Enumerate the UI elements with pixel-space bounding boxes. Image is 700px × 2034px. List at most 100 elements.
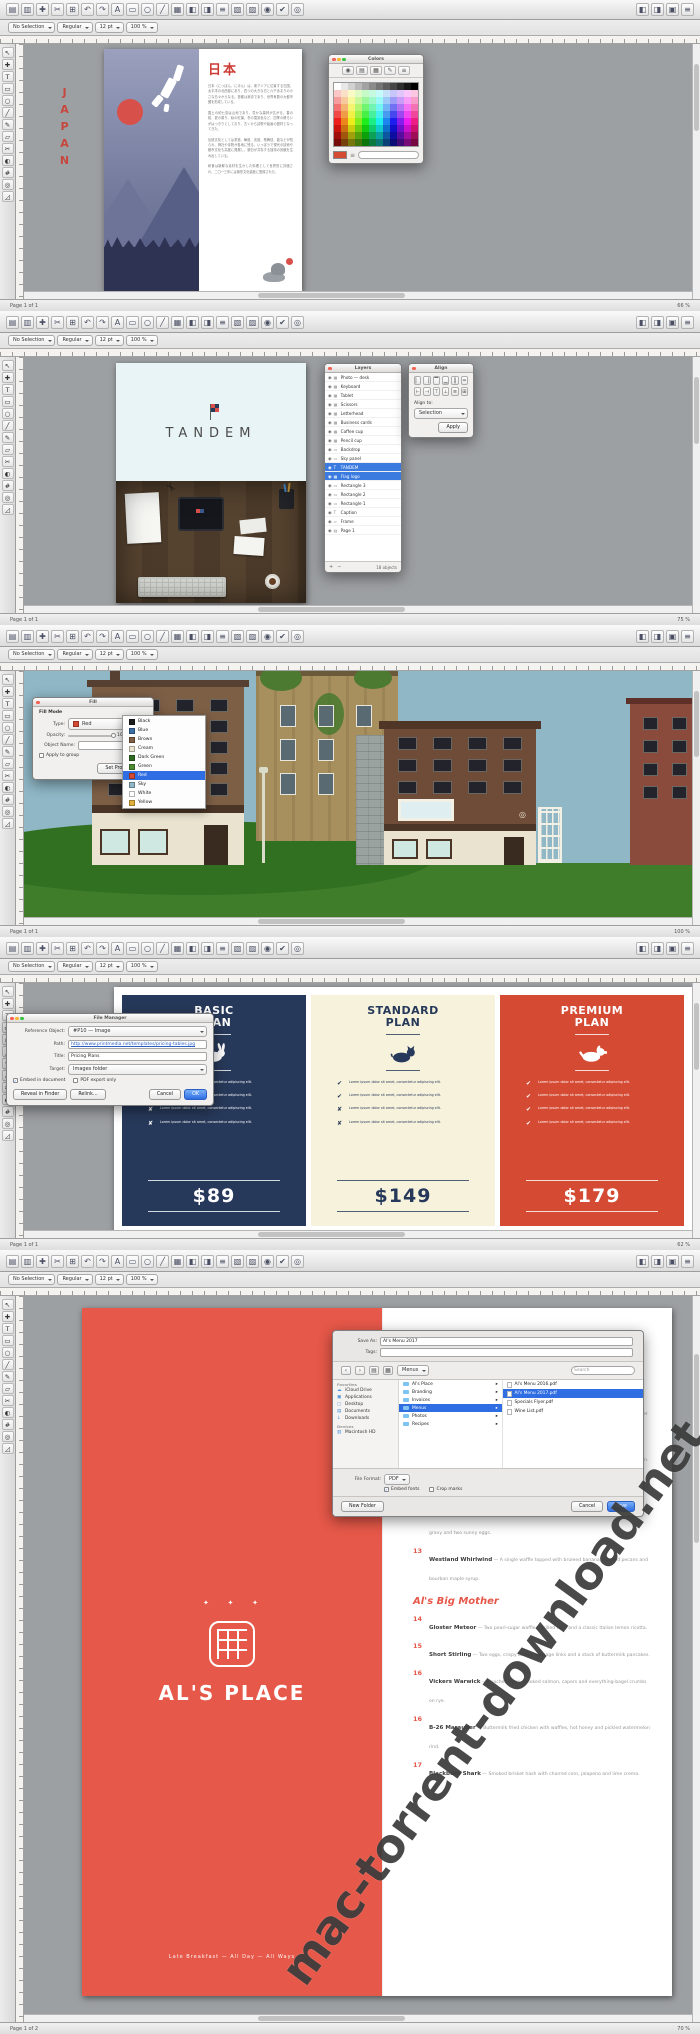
options-dropdown[interactable]: 100 % (126, 1274, 158, 1285)
toolbar-icon[interactable]: ◨ (651, 630, 664, 643)
color-cell[interactable] (411, 83, 418, 90)
toolbar-icon[interactable]: ▣ (666, 630, 679, 643)
save-as-field[interactable]: Al's Menu 2017 (380, 1337, 633, 1346)
tool-button[interactable]: ✚ (2, 1311, 14, 1322)
toolbar-icon[interactable]: ▥ (21, 3, 34, 16)
color-cell[interactable] (362, 90, 369, 97)
options-dropdown[interactable]: 12 pt (95, 961, 124, 972)
tool-button[interactable]: ✎ (2, 119, 14, 130)
layer-row[interactable]: ◉▭Rectangle 1 (325, 499, 401, 508)
toolbar-icon[interactable]: ▨ (246, 1255, 259, 1268)
toolbar-icon[interactable]: ✚ (36, 942, 49, 955)
options-dropdown[interactable]: 100 % (126, 22, 158, 33)
align-button[interactable]: ═ (461, 376, 468, 385)
toolbar-icon[interactable]: ↶ (81, 1255, 94, 1268)
toolbar-icon[interactable]: ↷ (96, 316, 109, 329)
toolbar-icon[interactable]: ◉ (261, 942, 274, 955)
color-cell[interactable] (390, 97, 397, 104)
options-dropdown[interactable]: No Selection (8, 1274, 55, 1285)
sidebar-item[interactable]: ▥Macintosh HD (333, 1429, 398, 1436)
tool-button[interactable]: ◎ (2, 492, 14, 503)
format-dropdown[interactable]: PDF (384, 1474, 410, 1485)
color-menu-item[interactable]: Sky (123, 780, 205, 789)
current-color-well[interactable] (333, 151, 347, 159)
align-apply-button[interactable]: Apply (438, 422, 468, 433)
sidebar-item[interactable]: ☁iCloud Drive (333, 1387, 398, 1394)
color-cell[interactable] (369, 83, 376, 90)
tags-field[interactable] (380, 1348, 633, 1357)
tool-button[interactable]: ✚ (2, 59, 14, 70)
pdf-only-checkbox[interactable]: PDF export only (73, 1078, 116, 1083)
toolbar-icon[interactable]: ▨ (246, 3, 259, 16)
tool-button[interactable]: ◐ (2, 1407, 14, 1418)
toolbar-icon[interactable]: ◧ (186, 316, 199, 329)
tool-button[interactable]: ✚ (2, 998, 14, 1009)
tool-button[interactable]: ○ (2, 1347, 14, 1358)
layer-row[interactable]: ◉▦Scissors (325, 400, 401, 409)
options-dropdown[interactable]: 12 pt (95, 1274, 124, 1285)
folder-row[interactable]: Branding▸ (399, 1388, 502, 1396)
tool-button[interactable]: ○ (2, 722, 14, 733)
toolbar-icon[interactable]: ◧ (636, 316, 649, 329)
color-cell[interactable] (334, 125, 341, 132)
tool-button[interactable]: ✂ (2, 1395, 14, 1406)
toolbar-icon[interactable]: ▤ (6, 316, 19, 329)
color-cell[interactable] (397, 104, 404, 111)
file-row[interactable]: Al's Menu 2016.pdf (503, 1380, 643, 1389)
options-dropdown[interactable]: 12 pt (95, 22, 124, 33)
toolbar-icon[interactable]: ✔ (276, 316, 289, 329)
options-dropdown[interactable]: No Selection (8, 649, 55, 660)
search-field[interactable]: Search (571, 1366, 635, 1375)
toolbar-icon[interactable]: ≡ (681, 942, 694, 955)
color-cell[interactable] (411, 125, 418, 132)
tool-button[interactable]: # (2, 1419, 14, 1430)
toolbar-icon[interactable]: ▦ (370, 66, 382, 75)
toolbar-icon[interactable]: ▤ (6, 630, 19, 643)
tool-button[interactable]: T (2, 698, 14, 709)
color-cell[interactable] (355, 97, 362, 104)
color-cell[interactable] (355, 90, 362, 97)
tool-button[interactable]: ◿ (2, 818, 14, 829)
color-cell[interactable] (334, 111, 341, 118)
opacity-slider[interactable] (68, 735, 114, 737)
toolbar-icon[interactable]: ▤ (6, 1255, 19, 1268)
location-dropdown[interactable]: Menus (397, 1365, 429, 1376)
toolbar-icon[interactable]: ⊞ (66, 316, 79, 329)
layer-row[interactable]: ◉▦Keyboard (325, 382, 401, 391)
cancel-button[interactable]: Cancel (571, 1501, 603, 1512)
color-cell[interactable] (355, 125, 362, 132)
toolbar-icon[interactable]: ◨ (201, 3, 214, 16)
toolbar-icon[interactable]: ▨ (246, 942, 259, 955)
color-menu-item[interactable]: Dark Green (123, 753, 205, 762)
horizontal-scrollbar[interactable] (24, 917, 692, 925)
color-cell[interactable] (369, 118, 376, 125)
toolbar-icon[interactable]: ✎ (384, 66, 396, 75)
color-search-field[interactable] (358, 151, 419, 159)
toolbar-icon[interactable]: ≡ (681, 630, 694, 643)
color-cell[interactable] (397, 83, 404, 90)
folder-row[interactable]: Invoices▸ (399, 1396, 502, 1404)
color-cell[interactable] (341, 125, 348, 132)
toolbar-icon[interactable]: ↶ (81, 316, 94, 329)
forward-button[interactable]: › (355, 1366, 365, 1375)
toolbar-icon[interactable]: ◧ (636, 3, 649, 16)
color-menu-item[interactable]: Green (123, 762, 205, 771)
toolbar-icon[interactable]: ▧ (231, 1255, 244, 1268)
ok-button[interactable]: OK (184, 1089, 207, 1100)
target-dropdown[interactable]: Images folder (68, 1064, 207, 1075)
save-button[interactable]: Save (607, 1501, 635, 1512)
toolbar-icon[interactable]: ≡ (681, 316, 694, 329)
tool-button[interactable]: T (2, 71, 14, 82)
toolbar-icon[interactable]: ▭ (126, 3, 139, 16)
toolbar-icon[interactable]: ◧ (636, 942, 649, 955)
tool-button[interactable]: ✂ (2, 456, 14, 467)
color-cell[interactable] (404, 125, 411, 132)
toolbar-icon[interactable]: ✂ (51, 316, 64, 329)
embed-checkbox[interactable]: ✓Embed in document (13, 1078, 65, 1083)
toolbar-icon[interactable]: ⊞ (66, 3, 79, 16)
color-cell[interactable] (376, 97, 383, 104)
toolbar-icon[interactable]: A (111, 1255, 124, 1268)
toolbar-icon[interactable]: ≡ (216, 1255, 229, 1268)
toolbar-icon[interactable]: ≡ (216, 942, 229, 955)
color-cell[interactable] (334, 139, 341, 146)
